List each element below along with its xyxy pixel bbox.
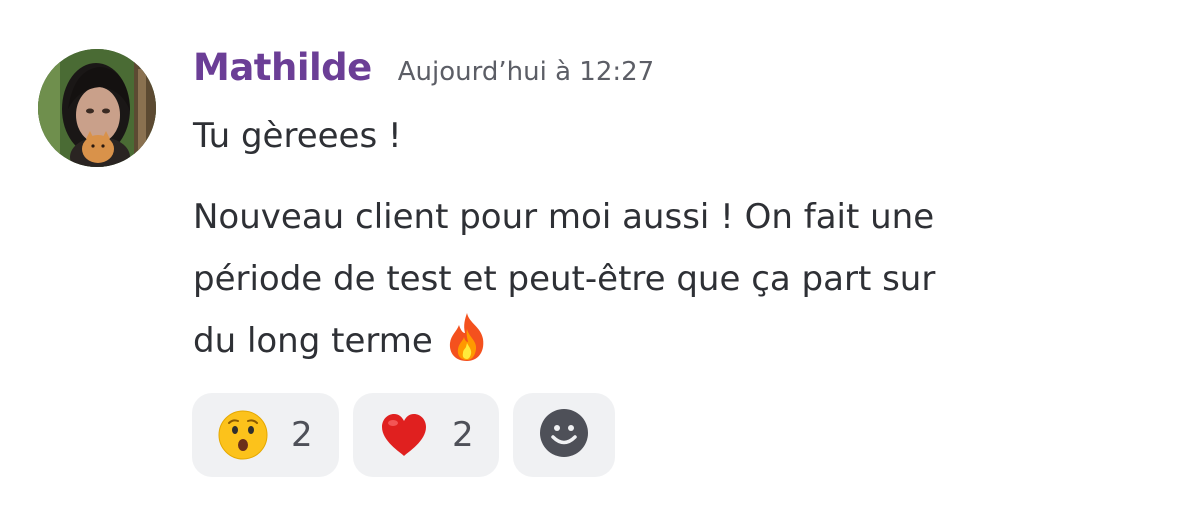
username[interactable]: Mathilde: [193, 46, 372, 89]
fire-emoji-icon: [443, 311, 491, 363]
message-line: Tu gèreees !: [193, 116, 402, 156]
message-line: du long terme: [193, 321, 433, 361]
smiley-add-reaction-icon: [538, 407, 590, 463]
reaction-heart[interactable]: 2: [353, 393, 499, 477]
message-paragraph: Nouveau client pour moi aussi ! On fait …: [193, 186, 935, 372]
reactions-bar: 2 2: [192, 393, 615, 477]
message-header: Mathilde Aujourd’hui à 12:27: [193, 46, 654, 96]
astonished-face-icon: [217, 409, 269, 461]
reaction-count: 2: [291, 415, 313, 455]
add-reaction-button[interactable]: [513, 393, 615, 477]
reaction-astonished[interactable]: 2: [192, 393, 339, 477]
avatar[interactable]: [38, 49, 156, 167]
reaction-count: 2: [452, 415, 474, 455]
chat-message: Mathilde Aujourd’hui à 12:27 Tu gèreees …: [0, 0, 1179, 511]
avatar-photo: [38, 49, 156, 167]
timestamp[interactable]: Aujourd’hui à 12:27: [398, 57, 654, 87]
message-line: Nouveau client pour moi aussi ! On fait …: [193, 197, 935, 237]
message-line: période de test et peut-être que ça part…: [193, 259, 936, 299]
message-last-line: du long terme: [193, 310, 935, 372]
red-heart-icon: [378, 409, 430, 461]
